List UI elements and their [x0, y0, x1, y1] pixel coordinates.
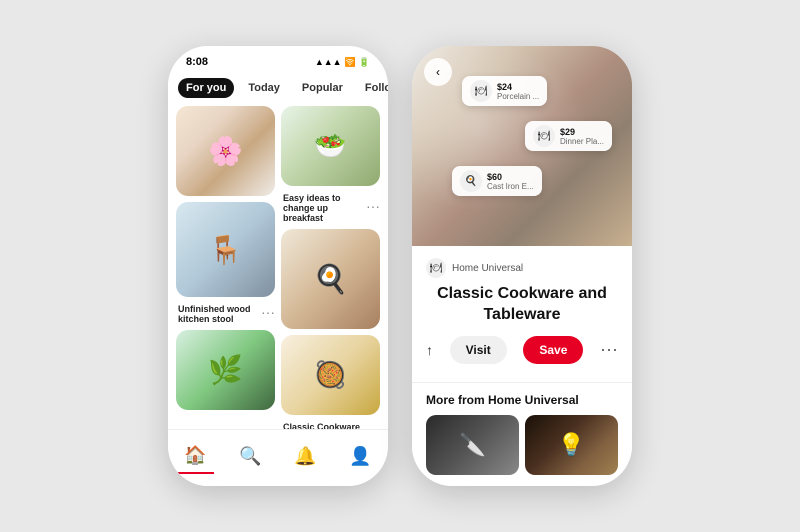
- nav-notifications[interactable]: 🔔: [288, 438, 324, 474]
- battery-icon: 🔋: [359, 57, 370, 68]
- nav-tabs: For you Today Popular Following Re…: [168, 72, 388, 102]
- more-section: More from Home Universal: [412, 382, 632, 483]
- more-thumb-lights[interactable]: [525, 415, 618, 475]
- pin-kitchen-wrapper: [281, 229, 380, 329]
- tag3-info: $60 Cast Iron E...: [487, 172, 534, 191]
- source-name: Home Universal: [452, 263, 523, 274]
- save-button[interactable]: Save: [523, 336, 583, 364]
- wifi-icon: 🛜: [345, 57, 356, 68]
- signal-icon: ▲▲▲: [315, 57, 342, 67]
- tag2-icon: 🍽: [533, 125, 555, 147]
- status-time: 8:08: [186, 56, 208, 68]
- tag1-price: $24: [497, 82, 539, 92]
- tag3-price: $60: [487, 172, 534, 182]
- pin-stool-wrapper: Unfinished wood kitchen stool ···: [176, 202, 275, 324]
- pin-flowers[interactable]: [176, 106, 275, 196]
- pin-food-wrapper: Easy ideas to change up breakfast ···: [281, 106, 380, 223]
- tag1-name: Porcelain ...: [497, 92, 539, 101]
- detail-source: 🍽 Home Universal: [426, 258, 618, 278]
- pin-col-2: Easy ideas to change up breakfast ··· Cl…: [281, 106, 380, 438]
- status-bar-left: 8:08 ▲▲▲ 🛜 🔋: [168, 46, 388, 72]
- pin-col-1: Unfinished wood kitchen stool ···: [176, 106, 275, 438]
- more-thumb-knives[interactable]: [426, 415, 519, 475]
- nav-home[interactable]: 🏠: [178, 438, 214, 474]
- pin-stool-text-row: Unfinished wood kitchen stool ···: [176, 297, 275, 324]
- tab-popular[interactable]: Popular: [294, 78, 351, 98]
- source-icon: 🍽: [426, 258, 446, 278]
- pin-food-label: Easy ideas to change up breakfast: [281, 189, 366, 223]
- product-tag-2[interactable]: 🍽 $29 Dinner Pla...: [525, 121, 612, 151]
- tag2-name: Dinner Pla...: [560, 137, 604, 146]
- tag1-info: $24 Porcelain ...: [497, 82, 539, 101]
- right-phone: ‹ 🍽 $24 Porcelain ... 🍽 $29 Dinner Pla..…: [412, 46, 632, 486]
- detail-image: ‹ 🍽 $24 Porcelain ... 🍽 $29 Dinner Pla..…: [412, 46, 632, 246]
- pin-stool-menu[interactable]: ···: [261, 304, 275, 320]
- status-icons: ▲▲▲ 🛜 🔋: [315, 57, 370, 68]
- pin-plant[interactable]: [176, 330, 275, 410]
- tag2-price: $29: [560, 127, 604, 137]
- share-button[interactable]: ↑: [426, 342, 433, 358]
- tag3-name: Cast Iron E...: [487, 182, 534, 191]
- tab-today[interactable]: Today: [240, 78, 288, 98]
- pin-cookware[interactable]: [281, 335, 380, 415]
- more-grid: [426, 415, 618, 475]
- pin-food-menu[interactable]: ···: [366, 198, 380, 214]
- nav-search[interactable]: 🔍: [233, 438, 269, 474]
- pin-food[interactable]: [281, 106, 380, 186]
- back-button[interactable]: ‹: [424, 58, 452, 86]
- pin-stool-label: Unfinished wood kitchen stool: [176, 300, 261, 324]
- pin-grid: Unfinished wood kitchen stool ··· Easy i…: [168, 102, 388, 442]
- tab-following[interactable]: Following: [357, 78, 388, 98]
- product-tag-3[interactable]: 🍳 $60 Cast Iron E...: [452, 166, 542, 196]
- tag3-icon: 🍳: [460, 170, 482, 192]
- detail-title: Classic Cookware and Tableware: [426, 284, 618, 326]
- pin-kitchen[interactable]: [281, 229, 380, 329]
- tag1-icon: 🍽: [470, 80, 492, 102]
- back-icon: ‹: [436, 65, 440, 79]
- nav-profile[interactable]: 👤: [343, 438, 379, 474]
- more-section-title: More from Home Universal: [426, 393, 618, 407]
- left-phone: 8:08 ▲▲▲ 🛜 🔋 For you Today Popular Follo…: [168, 46, 388, 486]
- bottom-nav: 🏠 🔍 🔔 👤: [168, 429, 388, 486]
- tag2-info: $29 Dinner Pla...: [560, 127, 604, 146]
- pin-cookware-wrapper: Classic Cookware and Tableware ···: [281, 335, 380, 442]
- visit-button[interactable]: Visit: [450, 336, 507, 364]
- more-button[interactable]: ···: [600, 339, 618, 360]
- pin-food-text-row: Easy ideas to change up breakfast ···: [281, 186, 380, 223]
- tab-for-you[interactable]: For you: [178, 78, 234, 98]
- pin-flowers-wrapper: [176, 106, 275, 196]
- detail-info: 🍽 Home Universal Classic Cookware and Ta…: [412, 246, 632, 382]
- product-tag-1[interactable]: 🍽 $24 Porcelain ...: [462, 76, 547, 106]
- pin-stool[interactable]: [176, 202, 275, 297]
- detail-actions: ↑ Visit Save ···: [426, 336, 618, 364]
- phones-container: 8:08 ▲▲▲ 🛜 🔋 For you Today Popular Follo…: [168, 46, 632, 486]
